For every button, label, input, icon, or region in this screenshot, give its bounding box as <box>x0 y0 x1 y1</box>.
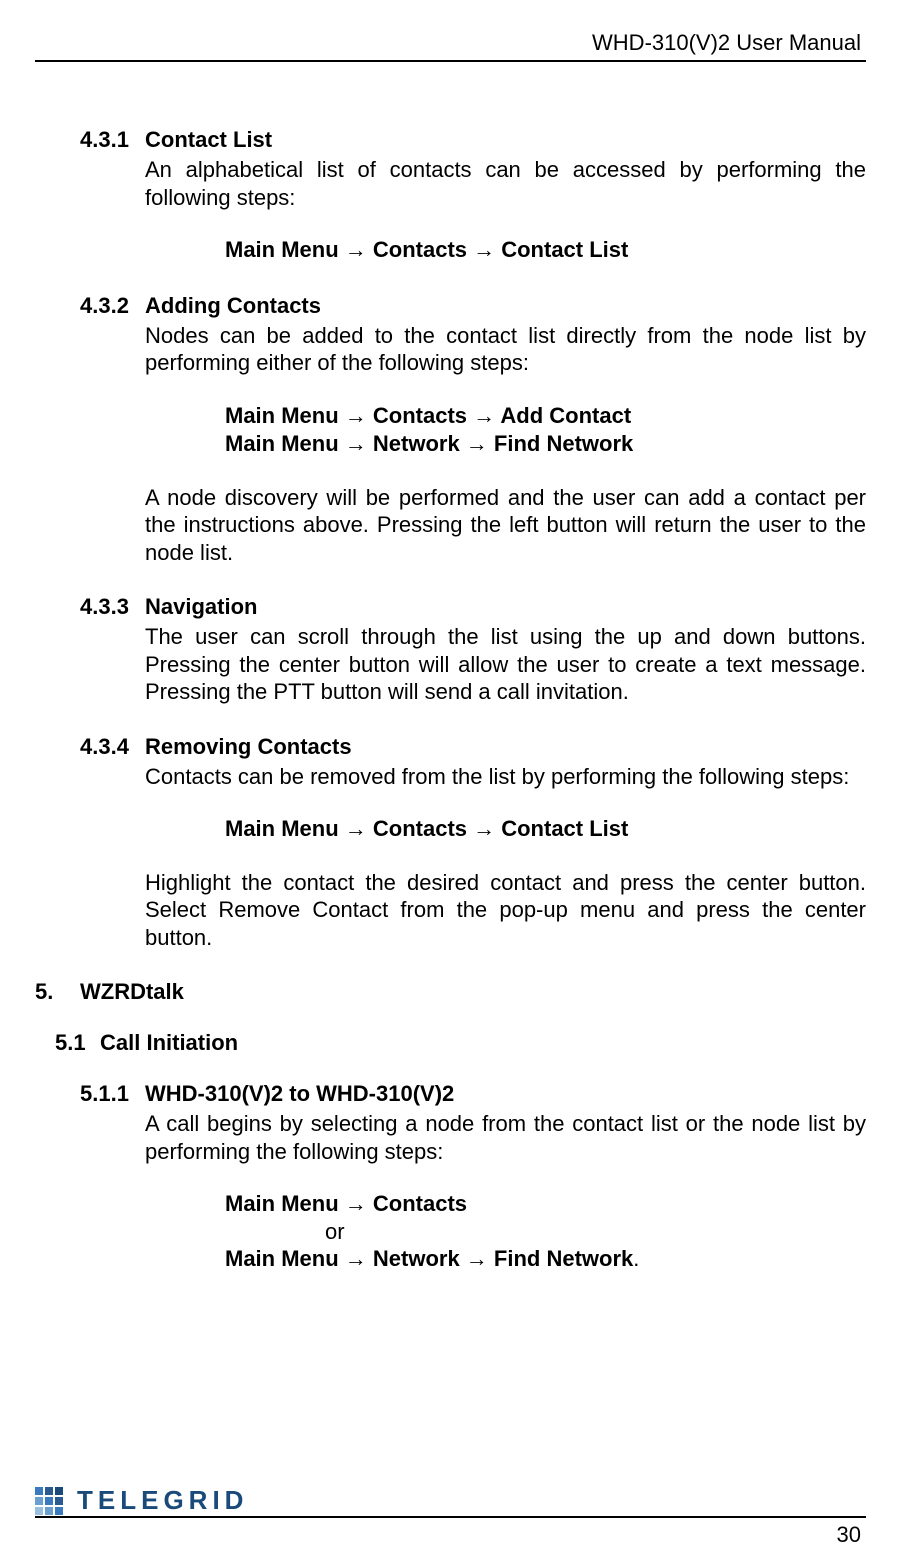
section-4-3-2: 4.3.2 Adding Contacts Nodes can be added… <box>35 293 866 567</box>
or-text: or <box>325 1219 866 1245</box>
section-heading: 4.3.2 Adding Contacts <box>35 293 866 319</box>
section-number: 4.3.1 <box>80 127 145 153</box>
section-body: An alphabetical list of contacts can be … <box>145 156 866 211</box>
nav-path: Main Menu → Network → Find Network <box>225 430 866 459</box>
section-heading: 4.3.1 Contact List <box>35 127 866 153</box>
section-body: Nodes can be added to the contact list d… <box>145 322 866 377</box>
nav-path: Main Menu → Contacts → Contact List <box>225 236 866 265</box>
section-title: Contact List <box>145 127 272 153</box>
header-rule <box>35 60 866 62</box>
footer-rule <box>35 1516 866 1518</box>
section-heading: 5.1.1 WHD-310(V)2 to WHD-310(V)2 <box>35 1081 866 1107</box>
section-4-3-1: 4.3.1 Contact List An alphabetical list … <box>35 127 866 265</box>
logo-text: TELEGRID <box>77 1485 248 1516</box>
section-body: A call begins by selecting a node from t… <box>145 1110 866 1165</box>
section-number: 4.3.3 <box>80 594 145 620</box>
section-number: 5.1 <box>55 1030 100 1056</box>
nav-path-text: Main Menu → Network → Find Network <box>225 1246 633 1271</box>
section-title: WZRDtalk <box>80 979 184 1005</box>
section-title: Removing Contacts <box>145 734 352 760</box>
section-number: 5.1.1 <box>80 1081 145 1107</box>
nav-path: Main Menu → Contacts <box>225 1190 866 1219</box>
section-title: Adding Contacts <box>145 293 321 319</box>
section-5-1: 5.1 Call Initiation <box>35 1030 866 1056</box>
section-title: WHD-310(V)2 to WHD-310(V)2 <box>145 1081 454 1107</box>
doc-header-title: WHD-310(V)2 User Manual <box>35 30 866 56</box>
section-title: Navigation <box>145 594 257 620</box>
section-5-1-1: 5.1.1 WHD-310(V)2 to WHD-310(V)2 A call … <box>35 1081 866 1273</box>
section-4-3-4: 4.3.4 Removing Contacts Contacts can be … <box>35 734 866 952</box>
nav-path: Main Menu → Contacts → Contact List <box>225 815 866 844</box>
section-heading: 4.3.3 Navigation <box>35 594 866 620</box>
logo: TELEGRID <box>35 1485 248 1516</box>
section-number: 5. <box>35 979 80 1005</box>
nav-path: Main Menu → Network → Find Network. <box>225 1245 866 1274</box>
section-4-3-3: 4.3.3 Navigation The user can scroll thr… <box>35 594 866 706</box>
section-body: Contacts can be removed from the list by… <box>145 763 866 791</box>
section-body: Highlight the contact the desired contac… <box>145 869 866 952</box>
section-number: 4.3.2 <box>80 293 145 319</box>
section-number: 4.3.4 <box>80 734 145 760</box>
section-5: 5. WZRDtalk <box>35 979 866 1005</box>
section-title: Call Initiation <box>100 1030 238 1056</box>
section-body: A node discovery will be performed and t… <box>145 484 866 567</box>
nav-path: Main Menu → Contacts → Add Contact <box>225 402 866 431</box>
section-body: The user can scroll through the list usi… <box>145 623 866 706</box>
section-heading: 4.3.4 Removing Contacts <box>35 734 866 760</box>
page-number: 30 <box>837 1522 861 1548</box>
telegrid-logo-icon <box>35 1487 71 1515</box>
nav-path-suffix: . <box>633 1246 639 1271</box>
